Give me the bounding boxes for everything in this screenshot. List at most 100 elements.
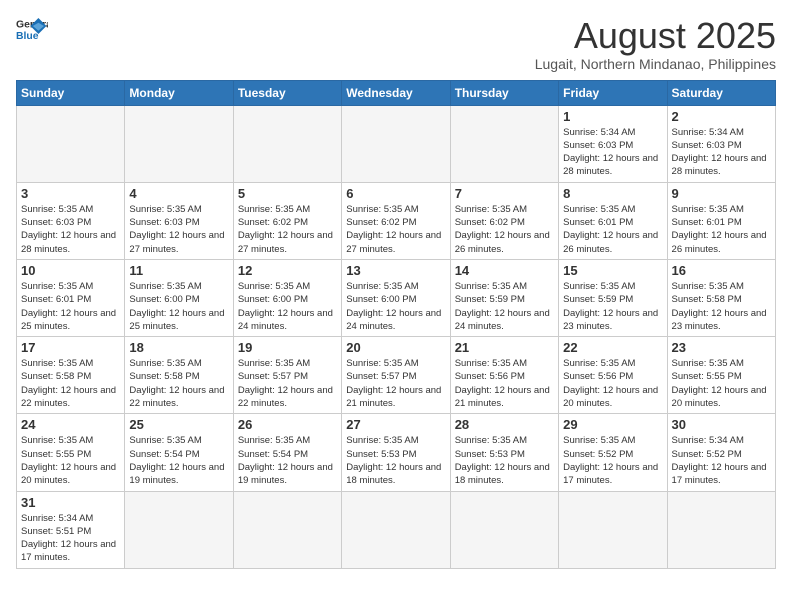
day-info: Sunrise: 5:35 AM Sunset: 6:01 PM Dayligh…: [21, 280, 120, 333]
day-info: Sunrise: 5:35 AM Sunset: 5:53 PM Dayligh…: [346, 434, 445, 487]
day-number: 22: [563, 340, 662, 355]
day-info: Sunrise: 5:35 AM Sunset: 5:55 PM Dayligh…: [21, 434, 120, 487]
col-header-sunday: Sunday: [17, 80, 125, 105]
day-info: Sunrise: 5:35 AM Sunset: 6:00 PM Dayligh…: [129, 280, 228, 333]
calendar-week-row: 24 Sunrise: 5:35 AM Sunset: 5:55 PM Dayli…: [17, 414, 776, 491]
calendar-day-cell: 3 Sunrise: 5:35 AM Sunset: 6:03 PM Daylig…: [17, 182, 125, 259]
day-number: 31: [21, 495, 120, 510]
day-number: 4: [129, 186, 228, 201]
calendar-day-cell: 31 Sunrise: 5:34 AM Sunset: 5:51 PM Dayli…: [17, 491, 125, 568]
day-number: 21: [455, 340, 554, 355]
calendar-day-cell: 23 Sunrise: 5:35 AM Sunset: 5:55 PM Dayli…: [667, 337, 775, 414]
day-info: Sunrise: 5:34 AM Sunset: 6:03 PM Dayligh…: [563, 126, 662, 179]
day-number: 17: [21, 340, 120, 355]
day-info: Sunrise: 5:35 AM Sunset: 6:02 PM Dayligh…: [238, 203, 337, 256]
col-header-thursday: Thursday: [450, 80, 558, 105]
day-info: Sunrise: 5:35 AM Sunset: 5:54 PM Dayligh…: [238, 434, 337, 487]
calendar-day-cell: [450, 491, 558, 568]
calendar-header-row: SundayMondayTuesdayWednesdayThursdayFrid…: [17, 80, 776, 105]
day-number: 28: [455, 417, 554, 432]
svg-text:Blue: Blue: [16, 31, 39, 42]
calendar-week-row: 31 Sunrise: 5:34 AM Sunset: 5:51 PM Dayli…: [17, 491, 776, 568]
day-info: Sunrise: 5:34 AM Sunset: 6:03 PM Dayligh…: [672, 126, 771, 179]
day-info: Sunrise: 5:35 AM Sunset: 5:58 PM Dayligh…: [672, 280, 771, 333]
calendar-day-cell: 20Sunrise: 5:35 AM Sunset: 5:57 PM Dayli…: [342, 337, 450, 414]
calendar-day-cell: [342, 105, 450, 182]
calendar-day-cell: 1 Sunrise: 5:34 AM Sunset: 6:03 PM Daylig…: [559, 105, 667, 182]
calendar-day-cell: [125, 491, 233, 568]
calendar-day-cell: [233, 105, 341, 182]
calendar-day-cell: 6Sunrise: 5:35 AM Sunset: 6:02 PM Daylig…: [342, 182, 450, 259]
day-info: Sunrise: 5:34 AM Sunset: 5:51 PM Dayligh…: [21, 512, 120, 565]
calendar-day-cell: 14Sunrise: 5:35 AM Sunset: 5:59 PM Dayli…: [450, 259, 558, 336]
day-number: 12: [238, 263, 337, 278]
calendar-day-cell: [125, 105, 233, 182]
calendar-day-cell: 15Sunrise: 5:35 AM Sunset: 5:59 PM Dayli…: [559, 259, 667, 336]
day-info: Sunrise: 5:35 AM Sunset: 5:56 PM Dayligh…: [563, 357, 662, 410]
day-number: 20: [346, 340, 445, 355]
day-info: Sunrise: 5:35 AM Sunset: 6:01 PM Dayligh…: [563, 203, 662, 256]
day-info: Sunrise: 5:35 AM Sunset: 5:55 PM Dayligh…: [672, 357, 771, 410]
calendar-day-cell: 4Sunrise: 5:35 AM Sunset: 6:03 PM Daylig…: [125, 182, 233, 259]
day-number: 29: [563, 417, 662, 432]
calendar-day-cell: [342, 491, 450, 568]
day-number: 26: [238, 417, 337, 432]
calendar-day-cell: [667, 491, 775, 568]
calendar-day-cell: 7 Sunrise: 5:35 AM Sunset: 6:02 PM Daylig…: [450, 182, 558, 259]
day-info: Sunrise: 5:35 AM Sunset: 5:58 PM Dayligh…: [129, 357, 228, 410]
day-number: 8: [563, 186, 662, 201]
day-number: 11: [129, 263, 228, 278]
day-info: Sunrise: 5:35 AM Sunset: 6:00 PM Dayligh…: [346, 280, 445, 333]
day-info: Sunrise: 5:35 AM Sunset: 5:52 PM Dayligh…: [563, 434, 662, 487]
col-header-friday: Friday: [559, 80, 667, 105]
day-number: 7: [455, 186, 554, 201]
day-number: 19: [238, 340, 337, 355]
calendar-day-cell: 17 Sunrise: 5:35 AM Sunset: 5:58 PM Dayli…: [17, 337, 125, 414]
day-number: 18: [129, 340, 228, 355]
calendar-day-cell: 18 Sunrise: 5:35 AM Sunset: 5:58 PM Dayli…: [125, 337, 233, 414]
day-number: 1: [563, 109, 662, 124]
calendar-day-cell: 25 Sunrise: 5:35 AM Sunset: 5:54 PM Dayli…: [125, 414, 233, 491]
day-number: 23: [672, 340, 771, 355]
calendar-day-cell: [450, 105, 558, 182]
day-number: 3: [21, 186, 120, 201]
day-info: Sunrise: 5:35 AM Sunset: 6:03 PM Dayligh…: [21, 203, 120, 256]
day-info: Sunrise: 5:35 AM Sunset: 5:54 PM Dayligh…: [129, 434, 228, 487]
calendar-day-cell: 26 Sunrise: 5:35 AM Sunset: 5:54 PM Dayli…: [233, 414, 341, 491]
calendar-day-cell: 9Sunrise: 5:35 AM Sunset: 6:01 PM Daylig…: [667, 182, 775, 259]
day-info: Sunrise: 5:35 AM Sunset: 5:53 PM Dayligh…: [455, 434, 554, 487]
calendar-day-cell: 5 Sunrise: 5:35 AM Sunset: 6:02 PM Daylig…: [233, 182, 341, 259]
calendar-day-cell: 12 Sunrise: 5:35 AM Sunset: 6:00 PM Dayli…: [233, 259, 341, 336]
calendar-day-cell: 2 Sunrise: 5:34 AM Sunset: 6:03 PM Daylig…: [667, 105, 775, 182]
calendar-day-cell: 8 Sunrise: 5:35 AM Sunset: 6:01 PM Daylig…: [559, 182, 667, 259]
day-info: Sunrise: 5:35 AM Sunset: 5:58 PM Dayligh…: [21, 357, 120, 410]
calendar-day-cell: 22 Sunrise: 5:35 AM Sunset: 5:56 PM Dayli…: [559, 337, 667, 414]
calendar-day-cell: 19 Sunrise: 5:35 AM Sunset: 5:57 PM Dayli…: [233, 337, 341, 414]
day-number: 5: [238, 186, 337, 201]
day-info: Sunrise: 5:35 AM Sunset: 6:00 PM Dayligh…: [238, 280, 337, 333]
page-header: General Blue August 2025 Lugait, Norther…: [16, 16, 776, 72]
calendar-week-row: 10 Sunrise: 5:35 AM Sunset: 6:01 PM Dayli…: [17, 259, 776, 336]
day-info: Sunrise: 5:34 AM Sunset: 5:52 PM Dayligh…: [672, 434, 771, 487]
col-header-monday: Monday: [125, 80, 233, 105]
day-number: 24: [21, 417, 120, 432]
day-number: 15: [563, 263, 662, 278]
col-header-saturday: Saturday: [667, 80, 775, 105]
calendar-title: August 2025: [535, 16, 776, 56]
col-header-wednesday: Wednesday: [342, 80, 450, 105]
calendar-day-cell: 24 Sunrise: 5:35 AM Sunset: 5:55 PM Dayli…: [17, 414, 125, 491]
day-info: Sunrise: 5:35 AM Sunset: 5:57 PM Dayligh…: [238, 357, 337, 410]
calendar-day-cell: [559, 491, 667, 568]
col-header-tuesday: Tuesday: [233, 80, 341, 105]
day-number: 25: [129, 417, 228, 432]
calendar-day-cell: 10 Sunrise: 5:35 AM Sunset: 6:01 PM Dayli…: [17, 259, 125, 336]
day-info: Sunrise: 5:35 AM Sunset: 6:02 PM Dayligh…: [455, 203, 554, 256]
calendar-day-cell: 21Sunrise: 5:35 AM Sunset: 5:56 PM Dayli…: [450, 337, 558, 414]
calendar-day-cell: 13Sunrise: 5:35 AM Sunset: 6:00 PM Dayli…: [342, 259, 450, 336]
calendar-day-cell: 27Sunrise: 5:35 AM Sunset: 5:53 PM Dayli…: [342, 414, 450, 491]
day-number: 14: [455, 263, 554, 278]
day-info: Sunrise: 5:35 AM Sunset: 6:02 PM Dayligh…: [346, 203, 445, 256]
day-number: 10: [21, 263, 120, 278]
day-number: 2: [672, 109, 771, 124]
calendar-table: SundayMondayTuesdayWednesdayThursdayFrid…: [16, 80, 776, 569]
